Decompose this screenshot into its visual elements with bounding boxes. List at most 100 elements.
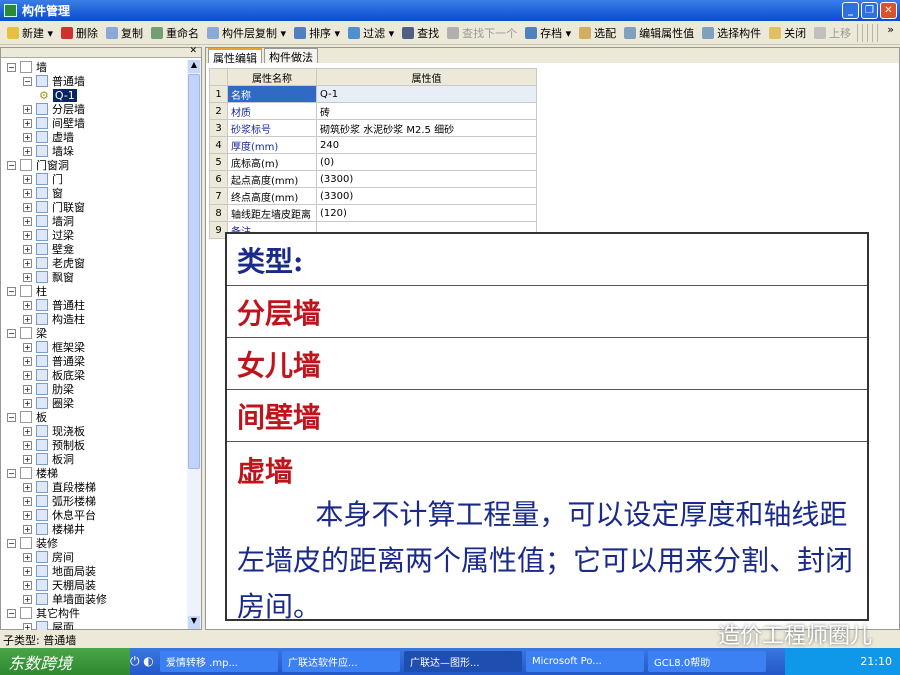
restore-button[interactable]: ❐ (861, 2, 878, 19)
expand-icon[interactable]: + (23, 398, 32, 408)
tree-node[interactable]: + 墙洞 (1, 214, 187, 228)
tree-node[interactable]: − 普通墙 (1, 74, 187, 88)
collapse-icon[interactable]: − (7, 160, 16, 170)
toolbar-button-select[interactable]: 选择构件 (698, 23, 765, 43)
collapse-icon[interactable]: − (7, 468, 16, 478)
scroll-down-icon[interactable]: ▼ (188, 616, 200, 629)
expand-icon[interactable]: + (23, 188, 32, 198)
table-row[interactable]: 6 起点高度(mm) (3300) (209, 170, 537, 188)
toolbar-button-copy[interactable]: 复制 (102, 23, 147, 43)
tree-node[interactable]: − 门窗洞 (1, 158, 187, 172)
expand-icon[interactable]: + (23, 244, 32, 254)
panel-close-icon[interactable]: ✕ (189, 46, 197, 56)
expand-icon[interactable]: + (23, 314, 32, 324)
taskbar-item[interactable]: Microsoft Po... (526, 651, 644, 672)
collapse-icon[interactable]: − (7, 62, 16, 72)
property-value[interactable]: (120) (316, 204, 537, 222)
taskbar-item[interactable]: 广联达—图形... (404, 651, 522, 672)
toolbar-button-edit-props[interactable]: 编辑属性值 (620, 23, 698, 43)
expand-icon[interactable]: + (23, 272, 32, 282)
tree-node[interactable]: + 圈梁 (1, 396, 187, 410)
tree-node[interactable]: + 普通梁 (1, 354, 187, 368)
tree-node[interactable]: + 普通柱 (1, 298, 187, 312)
expand-icon[interactable]: + (23, 258, 32, 268)
tree-node[interactable]: + 过梁 (1, 228, 187, 242)
property-value[interactable]: 砖 (316, 102, 537, 120)
tree-node[interactable]: + 虚墙 (1, 130, 187, 144)
tree-node[interactable]: − 其它构件 (1, 606, 187, 620)
tree-node[interactable]: + 飘窗 (1, 270, 187, 284)
expand-icon[interactable]: + (23, 384, 32, 394)
tree-node[interactable]: + 天棚局装 (1, 578, 187, 592)
tree-node[interactable]: + 窗 (1, 186, 187, 200)
table-row[interactable]: 2 材质砖 (209, 102, 537, 120)
tree-node[interactable]: − 板 (1, 410, 187, 424)
minimize-button[interactable]: _ (842, 2, 859, 19)
toolbar-button-archive[interactable]: 存档 ▾ (521, 23, 575, 43)
tree-node[interactable]: ⚙ Q-1 (1, 88, 187, 102)
tab-component-method[interactable]: 构件做法 (264, 48, 318, 64)
expand-icon[interactable]: + (23, 426, 32, 436)
table-row[interactable]: 8 轴线距左墙皮距离 (120) (209, 204, 537, 222)
tree-node[interactable]: + 间壁墙 (1, 116, 187, 130)
tree-node[interactable]: + 板洞 (1, 452, 187, 466)
collapse-icon[interactable]: − (7, 328, 16, 338)
expand-icon[interactable]: + (23, 496, 32, 506)
toolbar-overflow-button[interactable]: » (887, 23, 894, 36)
table-row[interactable]: 3 砂浆标号 砌筑砂浆 水泥砂浆 M2.5 细砂 (209, 119, 537, 137)
expand-icon[interactable]: + (23, 342, 32, 352)
tree-node[interactable]: − 楼梯 (1, 466, 187, 480)
collapse-icon[interactable]: − (7, 286, 16, 296)
tree-node[interactable]: − 装修 (1, 536, 187, 550)
tree-node[interactable]: + 直段楼梯 (1, 480, 187, 494)
expand-icon[interactable]: + (23, 118, 32, 128)
tab-property-edit[interactable]: 属性编辑 (208, 48, 262, 65)
tree-node[interactable]: + 框架梁 (1, 340, 187, 354)
tree-node[interactable]: + 休息平台 (1, 508, 187, 522)
toolbar-button-delete[interactable]: 删除 (57, 23, 102, 43)
tree-node[interactable]: + 单墙面装修 (1, 592, 187, 606)
expand-icon[interactable]: + (23, 440, 32, 450)
toolbar-button-sort[interactable]: 排序 ▾ (290, 23, 344, 43)
tree-node[interactable]: + 门 (1, 172, 187, 186)
scroll-up-icon[interactable]: ▲ (188, 60, 200, 73)
tree-node[interactable]: + 门联窗 (1, 200, 187, 214)
toolbar-button-layer-copy[interactable]: 构件层复制 ▾ (203, 23, 290, 43)
tree-node[interactable]: + 弧形楼梯 (1, 494, 187, 508)
taskbar-item[interactable]: GCL8.0帮助 (648, 651, 766, 672)
tree-node[interactable]: + 构造柱 (1, 312, 187, 326)
expand-icon[interactable]: + (23, 580, 32, 590)
start-button[interactable]: 东数跨境 (0, 648, 130, 675)
tree-node[interactable]: − 柱 (1, 284, 187, 298)
expand-icon[interactable]: + (23, 566, 32, 576)
toolbar-button-close-folder[interactable]: 关闭 (765, 23, 810, 43)
quick-launch-icons[interactable]: ⏻ ◐ (130, 654, 160, 669)
expand-icon[interactable]: + (23, 300, 32, 310)
toolbar-button-rename[interactable]: 重命名 (147, 23, 203, 43)
tree-node[interactable]: − 梁 (1, 326, 187, 340)
table-row[interactable]: 5 底标高(m) (0) (209, 153, 537, 171)
expand-icon[interactable]: + (23, 482, 32, 492)
property-value[interactable]: 砌筑砂浆 水泥砂浆 M2.5 细砂 (316, 119, 537, 137)
tree-node[interactable]: + 壁龛 (1, 242, 187, 256)
collapse-icon[interactable]: − (7, 412, 16, 422)
collapse-icon[interactable]: − (23, 76, 32, 86)
tree-node[interactable]: + 预制板 (1, 438, 187, 452)
property-value[interactable]: 240 (316, 136, 537, 154)
table-row[interactable]: 1 名称 Q-1 (209, 85, 537, 103)
tree-node[interactable]: + 房间 (1, 550, 187, 564)
expand-icon[interactable]: + (23, 230, 32, 240)
expand-icon[interactable]: + (23, 524, 32, 534)
expand-icon[interactable]: + (23, 202, 32, 212)
expand-icon[interactable]: + (23, 174, 32, 184)
expand-icon[interactable]: + (23, 132, 32, 142)
toolbar-button-move-up[interactable]: 上移 (810, 23, 855, 43)
toolbar-button-find[interactable]: 查找 (398, 23, 443, 43)
tree-node[interactable]: + 现浇板 (1, 424, 187, 438)
property-value[interactable]: (3300) (316, 170, 537, 188)
taskbar-item[interactable]: 广联达软件应... (282, 651, 400, 672)
toolbar-button-new[interactable]: 新建 ▾ (3, 23, 57, 43)
tree-scrollbar[interactable]: ▲ ▼ (187, 60, 201, 629)
expand-icon[interactable]: + (23, 454, 32, 464)
expand-icon[interactable]: + (23, 216, 32, 226)
